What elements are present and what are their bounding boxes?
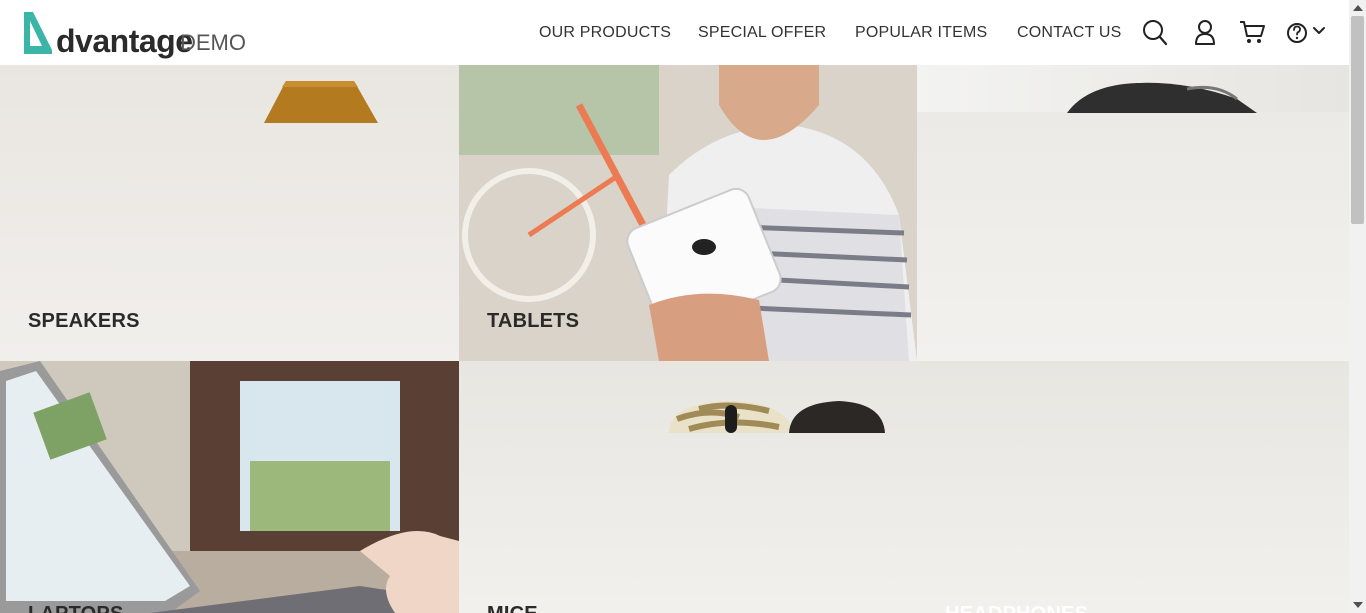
chevron-down-icon[interactable] bbox=[1312, 26, 1326, 36]
category-tile-headphones[interactable] bbox=[917, 65, 1349, 361]
category-tile-laptops[interactable]: LAPTOPS bbox=[0, 361, 459, 613]
category-label-speakers: SPEAKERS bbox=[28, 310, 140, 332]
cart-icon[interactable] bbox=[1238, 19, 1266, 47]
category-tile-mice[interactable]: MICE HEADPHONES bbox=[459, 361, 1349, 613]
scroll-up-arrow-icon[interactable] bbox=[1353, 5, 1363, 11]
headphones-image bbox=[1067, 82, 1257, 113]
category-label-tablets: TABLETS bbox=[487, 310, 580, 332]
brand-name: dvantage bbox=[56, 23, 193, 59]
user-icon[interactable] bbox=[1194, 19, 1216, 47]
category-label-laptops: LAPTOPS bbox=[28, 603, 124, 613]
laptop-photo bbox=[0, 361, 459, 613]
logo-a-icon bbox=[24, 12, 52, 54]
nav-contact-us[interactable]: CONTACT US bbox=[1017, 24, 1122, 42]
brand-suffix: DEMO bbox=[180, 30, 246, 55]
scroll-down-arrow-icon[interactable] bbox=[1353, 602, 1363, 608]
category-tile-tablets[interactable]: TABLETS bbox=[459, 65, 917, 361]
search-icon[interactable] bbox=[1142, 19, 1168, 47]
nav-special-offer[interactable]: SPECIAL OFFER bbox=[698, 24, 826, 42]
speaker-image bbox=[264, 81, 378, 123]
category-tile-speakers[interactable]: SPEAKERS bbox=[0, 65, 459, 361]
nav-our-products[interactable]: OUR PRODUCTS bbox=[539, 24, 671, 42]
category-label-headphones: HEADPHONES bbox=[945, 603, 1088, 613]
help-icon[interactable] bbox=[1286, 19, 1310, 47]
mice-image bbox=[669, 401, 885, 433]
scrollbar-thumb[interactable] bbox=[1351, 16, 1364, 224]
site-header: dvantage DEMO OUR PRODUCTS SPECIAL OFFER… bbox=[0, 0, 1349, 65]
nav-popular-items[interactable]: POPULAR ITEMS bbox=[855, 24, 987, 42]
category-label-mice: MICE bbox=[487, 603, 538, 613]
